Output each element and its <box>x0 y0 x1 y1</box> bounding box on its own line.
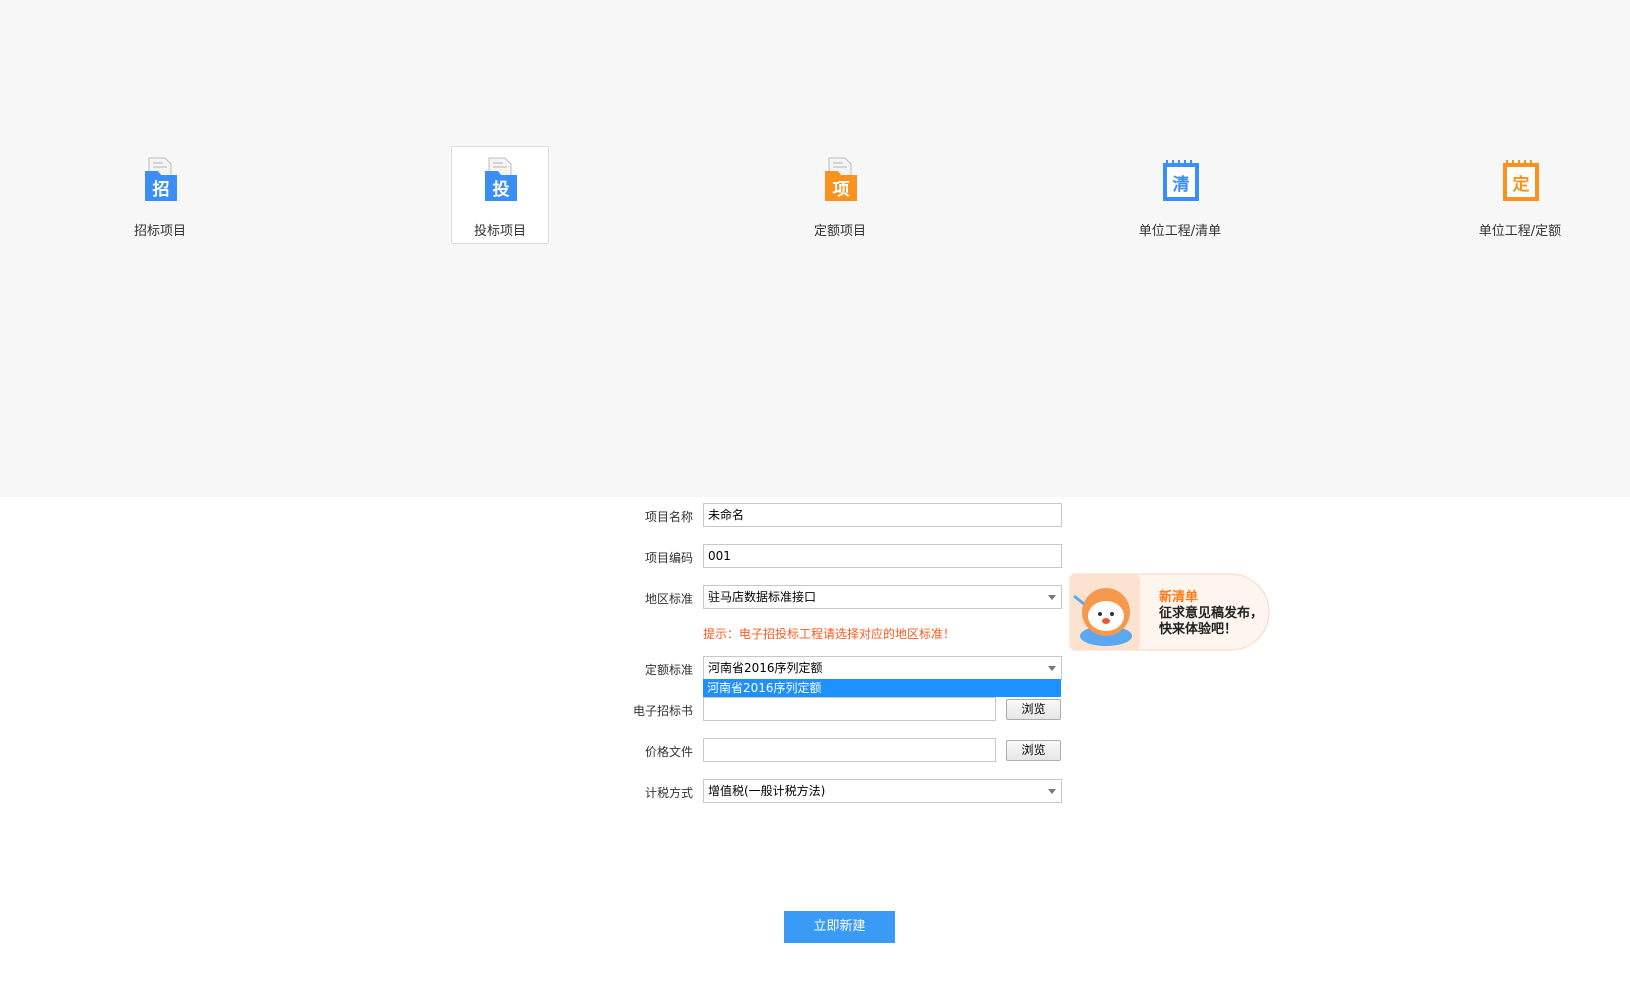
create-now-button[interactable]: 立即新建 <box>784 911 895 943</box>
price-file-input[interactable] <box>703 738 996 762</box>
tile-tender-project[interactable]: 招 招标项目 <box>111 146 209 244</box>
svg-text:清: 清 <box>1173 174 1190 195</box>
tender-file-input[interactable] <box>703 697 996 721</box>
region-standard-label: 地区标准 <box>644 592 693 606</box>
project-name-input[interactable]: 未命名 <box>703 503 1062 527</box>
project-name-label: 项目名称 <box>644 510 693 524</box>
banner-description: 征求意见稿发布， 快来体验吧！ <box>1159 606 1269 638</box>
quota-standard-option[interactable]: 河南省2016序列定额 <box>703 679 1061 697</box>
tile-quota-project[interactable]: 项 定额项目 <box>791 146 889 244</box>
tax-method-select[interactable]: 增值税(一般计税方法) <box>703 779 1062 803</box>
tile-label: 招标项目 <box>133 224 186 239</box>
chevron-down-icon <box>1048 595 1056 600</box>
tile-unit-bill[interactable]: 清 单位工程/清单 <box>1131 146 1229 244</box>
project-type-panel: 招 招标项目 投 投标项目 项 定额项目 清 单位工程/清单 定 单位工程/定额 <box>0 0 1630 497</box>
svg-text:招: 招 <box>153 179 170 200</box>
new-bill-promo-banner[interactable]: 新清单 征求意见稿发布， 快来体验吧！ <box>1068 570 1273 655</box>
chevron-down-icon <box>1048 789 1056 794</box>
region-standard-value: 驻马店数据标准接口 <box>708 590 817 604</box>
tile-label: 定额项目 <box>813 224 866 239</box>
svg-text:项: 项 <box>833 180 850 200</box>
tender-file-browse-button[interactable]: 浏览 <box>1006 699 1061 720</box>
banner-desc-line2: 快来体验吧！ <box>1159 622 1238 637</box>
quota-standard-select[interactable]: 河南省2016序列定额 <box>703 656 1062 680</box>
svg-text:投: 投 <box>493 179 510 200</box>
project-code-input[interactable]: 001 <box>703 544 1062 568</box>
tile-label: 单位工程/定额 <box>1478 224 1562 239</box>
document-stack-icon: 招 <box>145 157 177 201</box>
notepad-icon: 清 <box>1163 160 1199 201</box>
quota-standard-label: 定额标准 <box>644 663 693 677</box>
row-project-code: 项目编码 001 <box>600 544 1070 570</box>
tile-bid-project[interactable]: 投 投标项目 <box>451 146 549 244</box>
tile-unit-quota[interactable]: 定 单位工程/定额 <box>1471 146 1569 244</box>
document-stack-icon: 投 <box>485 157 517 201</box>
tile-label: 投标项目 <box>473 224 526 239</box>
row-project-name: 项目名称 未命名 <box>600 503 1070 529</box>
row-region-standard: 地区标准 驻马店数据标准接口 <box>600 585 1070 611</box>
chevron-down-icon <box>1048 666 1056 671</box>
svg-text:定: 定 <box>1513 174 1530 195</box>
region-standard-select[interactable]: 驻马店数据标准接口 <box>703 585 1062 609</box>
price-file-label: 价格文件 <box>644 745 693 759</box>
mascot-icon <box>1073 588 1132 646</box>
region-hint: 提示：电子招投标工程请选择对应的地区标准！ <box>703 627 956 641</box>
banner-title: 新清单 <box>1159 590 1199 605</box>
project-code-label: 项目编码 <box>644 551 693 565</box>
tax-method-value: 增值税(一般计税方法) <box>708 784 826 798</box>
tax-method-label: 计税方式 <box>644 786 693 800</box>
notepad-icon: 定 <box>1503 160 1539 201</box>
banner-desc-line1: 征求意见稿发布， <box>1159 606 1264 621</box>
document-stack-icon: 项 <box>825 157 857 201</box>
tender-file-label: 电子招标书 <box>632 704 693 718</box>
quota-standard-value: 河南省2016序列定额 <box>708 661 823 675</box>
price-file-browse-button[interactable]: 浏览 <box>1006 740 1061 761</box>
row-price-file: 价格文件 浏览 <box>600 738 1070 764</box>
row-tax-method: 计税方式 增值税(一般计税方法) <box>600 779 1070 805</box>
row-tender-file: 电子招标书 浏览 <box>600 697 1070 723</box>
tile-label: 单位工程/清单 <box>1138 224 1222 239</box>
